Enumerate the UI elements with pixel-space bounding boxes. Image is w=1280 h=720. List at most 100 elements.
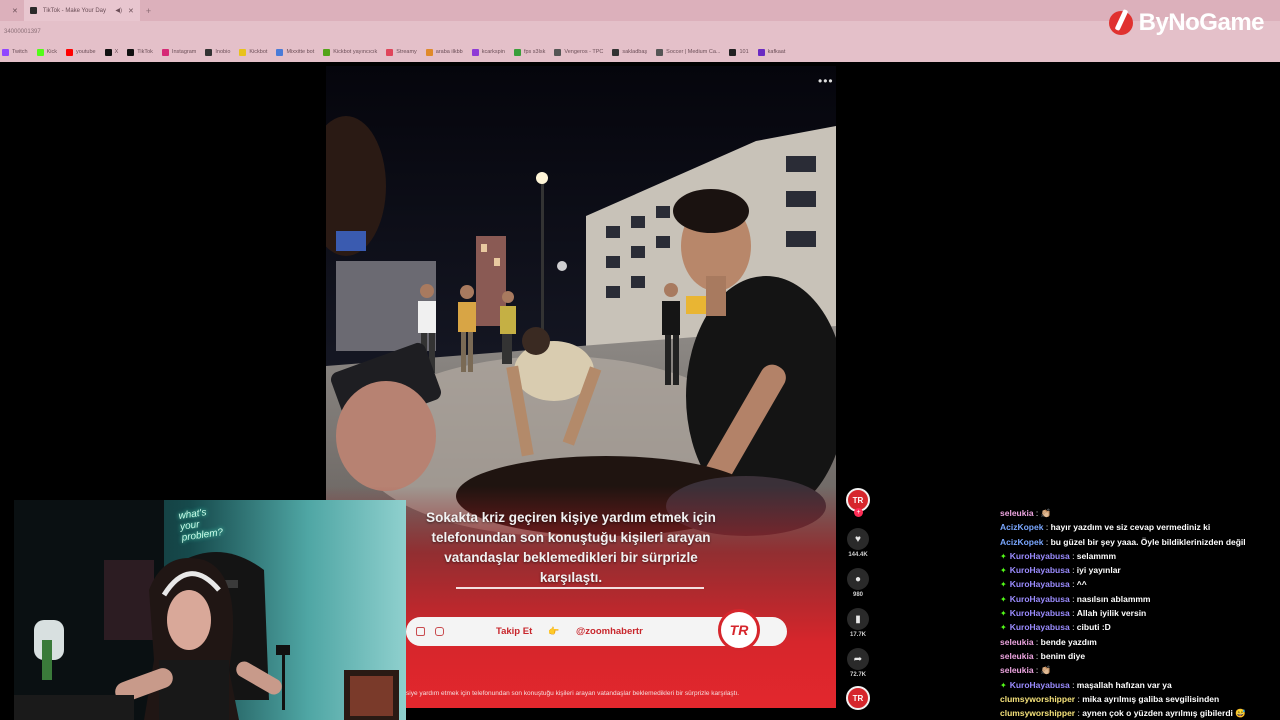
chat-separator: : — [1069, 622, 1077, 633]
bynogame-logo-icon — [1108, 11, 1133, 35]
follow-label[interactable]: Takip Et — [496, 626, 532, 637]
chat-separator: : — [1069, 679, 1077, 690]
save-action[interactable]: ▮ 17.7K — [846, 608, 870, 638]
more-options-icon[interactable]: ••• — [818, 74, 834, 88]
follow-plus-icon[interactable]: + — [854, 508, 863, 517]
close-icon[interactable]: ✕ — [12, 7, 18, 15]
comment-icon[interactable]: ● — [847, 568, 869, 590]
brand-logo: ByNoGame — [1108, 9, 1265, 37]
tab-label: TikTok - Make Your Day — [42, 7, 107, 14]
bookmark-favicon-icon — [323, 48, 331, 56]
chat-username[interactable]: KuroHayabusa — [1010, 551, 1070, 561]
subscriber-badge-icon: ✦ — [1000, 609, 1007, 619]
bookmark-item[interactable]: Kickbot — [239, 48, 267, 56]
chat-username[interactable]: seleukia — [1000, 508, 1034, 518]
chat-text: nasılsın ablammm — [1076, 593, 1151, 604]
account-handle[interactable]: @zoomhabertr — [576, 626, 643, 637]
chat-separator: : — [1069, 579, 1077, 590]
chat-text: cibuti :D — [1076, 622, 1111, 633]
bookmark-favicon-icon — [612, 48, 620, 56]
address-bar[interactable]: 34000001397 — [0, 21, 1280, 42]
bookmark-item[interactable]: Kickbot yayıncıcık — [323, 48, 377, 56]
caption-line-2: telefonundan son konuştuğu kişileri aray… — [431, 530, 711, 545]
bookmark-item[interactable]: Instagram — [161, 48, 196, 56]
bookmark-label: sakladbaş — [622, 49, 648, 55]
sound-disc-icon[interactable]: TR — [846, 686, 870, 710]
chat-text: maşallah hafızan var ya — [1076, 679, 1172, 690]
chat-username[interactable]: KuroHayabusa — [1010, 579, 1070, 589]
chat-username[interactable]: seleukia — [1000, 651, 1034, 661]
chat-username[interactable]: KuroHayabusa — [1010, 622, 1070, 632]
share-action[interactable]: ➦ 72.7K — [846, 648, 870, 678]
bookmark-item[interactable]: X — [104, 48, 118, 56]
heart-icon[interactable]: ♥ — [847, 528, 869, 550]
subscriber-badge-icon: ✦ — [1000, 623, 1007, 633]
bookmark-item[interactable]: Streamy — [386, 48, 417, 56]
chat-username[interactable]: KuroHayabusa — [1010, 680, 1070, 690]
bookmark-item[interactable]: Kick — [36, 48, 57, 56]
bookmark-item[interactable]: Vengeros - TPC — [554, 48, 604, 56]
bookmark-favicon-icon — [205, 48, 213, 56]
chat-message: clumsyworshipper : mika ayrılmış galiba … — [1000, 692, 1270, 706]
tiktok-icon — [29, 7, 37, 14]
chat-text: hayır yazdım ve siz cevap vermediniz ki — [1050, 522, 1211, 533]
share-icon[interactable]: ➦ — [847, 648, 869, 670]
chat-message: seleukia : benim diye — [1000, 649, 1270, 663]
new-tab-button[interactable]: + — [140, 6, 157, 16]
chat-username[interactable]: seleukia — [1000, 637, 1034, 647]
chat-username[interactable]: KuroHayabusa — [1010, 608, 1070, 618]
chat-username[interactable]: clumsyworshipper — [1000, 708, 1075, 718]
like-action[interactable]: ♥ 144.4K — [846, 528, 870, 558]
subscriber-badge-icon: ✦ — [1000, 594, 1007, 604]
chat-message: seleukia : bende yazdım — [1000, 635, 1270, 649]
bookmark-label: Mixxitte bot — [286, 49, 315, 55]
bookmark-item[interactable]: Inobio — [205, 48, 231, 56]
bookmark-item[interactable]: youtube — [65, 48, 96, 56]
chat-username[interactable]: KuroHayabusa — [1010, 565, 1070, 575]
subscriber-badge-icon: ✦ — [1000, 580, 1007, 590]
caption-line-4: karşılaştı. — [539, 570, 603, 585]
chat-username[interactable]: KuroHayabusa — [1010, 594, 1070, 604]
chat-separator: : — [1069, 593, 1077, 604]
chat-text: aynen çok o yüzden ayrılmış gibilerdi 😅 — [1082, 708, 1246, 719]
bookmark-item[interactable]: TikTok — [127, 48, 153, 56]
bookmark-item[interactable]: Soccer | Medium Ca... — [656, 48, 720, 56]
bookmark-icon[interactable]: ▮ — [847, 608, 869, 630]
comment-action[interactable]: ● 980 — [846, 568, 870, 598]
bookmark-favicon-icon — [276, 48, 284, 56]
bookmark-favicon-icon — [239, 48, 247, 56]
chat-message: ✦ KuroHayabusa : maşallah hafızan var ya — [1000, 678, 1270, 692]
bookmark-item[interactable]: Mixxitte bot — [276, 48, 315, 56]
bookmark-item[interactable]: araba ilkbb — [425, 48, 463, 56]
subscriber-badge-icon: ✦ — [1000, 566, 1007, 576]
subscriber-badge-icon: ✦ — [1000, 680, 1007, 690]
subscriber-badge-icon: ✦ — [1000, 551, 1007, 561]
chat-username[interactable]: clumsyworshipper — [1000, 694, 1075, 704]
chat-panel: seleukia : 👏🏼 AcizKopek : hayır yazdım ve… — [1000, 506, 1270, 720]
bookmark-item[interactable]: fps s3lsk — [513, 48, 545, 56]
video-subtitle: siye yardım etmek için telefonundan son … — [406, 690, 740, 697]
bookmark-item[interactable]: Twitch — [2, 48, 28, 56]
bookmark-item[interactable]: 101 — [729, 48, 749, 56]
bookmark-item[interactable]: kafkaat — [757, 48, 785, 56]
tr-logo-badge: TR — [718, 609, 760, 651]
browser-tab[interactable]: ✕ — [0, 0, 24, 21]
bookmark-label: Inobio — [215, 49, 231, 55]
chat-text: iyi yayınlar — [1076, 565, 1121, 576]
comment-count: 980 — [852, 592, 863, 598]
chat-username[interactable]: AcizKopek — [1000, 537, 1043, 547]
bookmark-label: Vengeros - TPC — [564, 49, 604, 55]
bookmark-label: kcarkspin — [481, 49, 505, 55]
chat-username[interactable]: AcizKopek — [1000, 522, 1043, 532]
bookmark-item[interactable]: sakladbaş — [612, 48, 648, 56]
chat-text: 👏🏼 — [1040, 508, 1052, 518]
chat-text: Allah iyilik versin — [1076, 608, 1147, 619]
chat-separator: : — [1043, 536, 1051, 547]
bookmark-label: Twitch — [12, 49, 28, 55]
bookmark-item[interactable]: kcarkspin — [471, 48, 505, 56]
chat-separator: : — [1033, 508, 1041, 518]
close-icon[interactable]: ✕ — [128, 7, 134, 15]
chat-username[interactable]: seleukia — [1000, 665, 1034, 675]
tab-tiktok[interactable]: TikTok - Make Your Day ◀) ✕ — [23, 0, 140, 21]
speaker-icon[interactable]: ◀) — [115, 7, 122, 14]
